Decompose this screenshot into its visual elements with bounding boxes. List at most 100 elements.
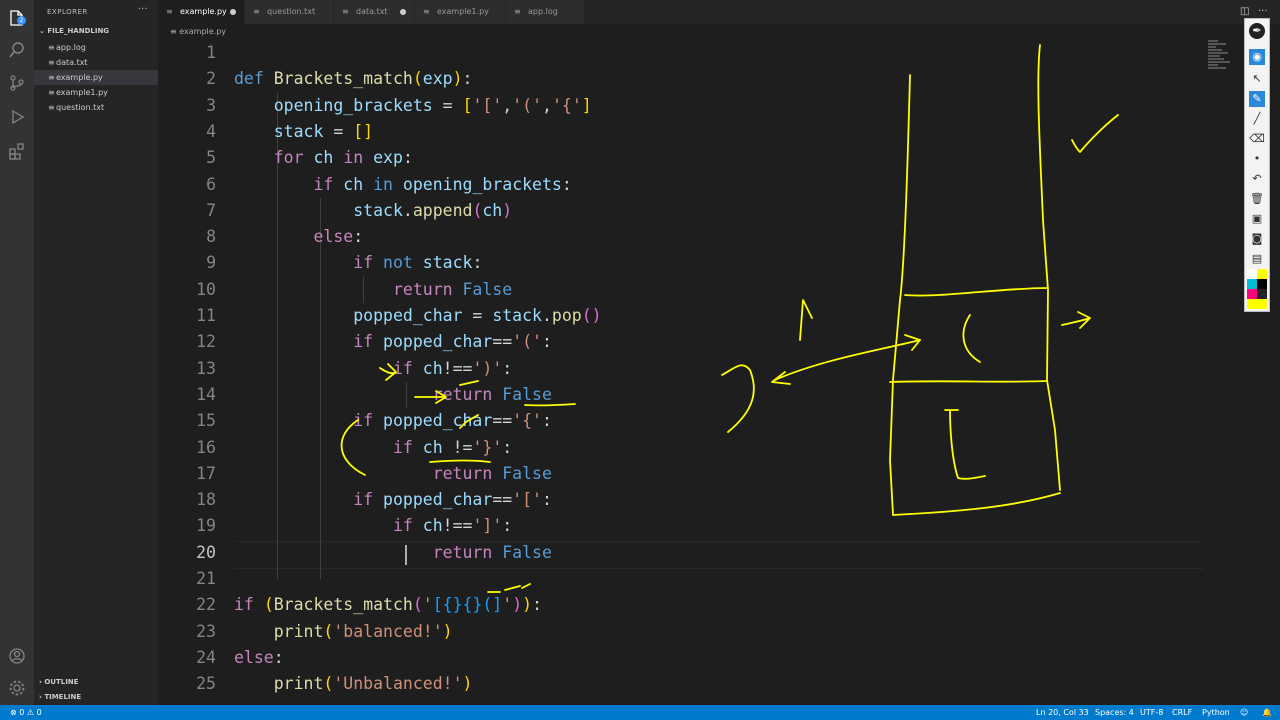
code-line[interactable]: return False [234,277,512,303]
tab-example1-py[interactable]: ≡ example1.py [415,0,506,24]
code-token: stack [492,306,542,325]
line-number: 7 [206,200,216,220]
undo-icon[interactable]: ↶ [1249,171,1265,187]
stack-bottom [892,492,1061,516]
code-line[interactable]: if popped_char=='(': [234,329,552,355]
code-line[interactable]: if (Brackets_match('[{}{}(]')): [234,592,542,618]
more-actions-icon[interactable]: ··· [138,4,148,15]
language-mode[interactable]: Python [1202,705,1230,720]
code-token: ( [472,200,483,220]
line-number: 6 [206,174,216,194]
code-line[interactable]: if ch !='}': [234,435,512,461]
bracket-sketch [944,409,986,480]
color-cyan-swatch[interactable] [1247,279,1257,289]
code-line[interactable]: else: [234,645,284,671]
split-editor-icon[interactable]: ◫ [1240,6,1249,17]
cursor-arrow-icon[interactable]: ↖ [1249,71,1265,87]
code-token: : [502,437,513,457]
code-line[interactable]: if ch!==']': [234,513,512,539]
feedback-icon[interactable]: ☺ [1240,705,1248,720]
code-line[interactable]: return False [234,461,552,487]
code-line[interactable]: opening_brackets = ['[','(','{'] [234,93,592,119]
run-debug-icon[interactable] [7,107,27,127]
code-line[interactable]: print('Unbalanced!') [234,671,473,697]
unsaved-dot-icon[interactable] [400,9,406,15]
minimap[interactable] [1208,40,1230,80]
code-line[interactable]: popped_char = stack.pop() [234,303,601,329]
code-line[interactable]: if not stack: [234,250,482,276]
trash-icon[interactable]: 🗑 [1249,191,1265,207]
breadcrumb-file: example.py [179,27,227,36]
code-line[interactable]: stack = [] [234,119,373,145]
code-line[interactable]: return False [234,382,552,408]
file-item-question-txt[interactable]: ≡ question.txt [34,100,158,115]
problems-indicator[interactable]: ⊗ 0 ⚠ 0 [10,705,42,720]
code-line[interactable]: for ch in exp: [234,145,413,171]
color-dark-swatch[interactable] [1257,289,1267,299]
code-token: return [432,384,503,404]
camera-icon[interactable]: ◙ [1249,231,1265,247]
line-number: 21 [196,569,216,588]
timeline-section[interactable]: › TIMELINE [39,693,81,701]
file-item-app-log[interactable]: ≡ app.log [34,40,158,55]
folder-file-handling[interactable]: ⌄ FILE_HANDLING [39,27,109,35]
clipboard-icon[interactable]: ▤ [1249,251,1265,267]
extensions-icon[interactable] [7,141,27,161]
tab-example-py[interactable]: ≡ example.py [158,0,245,24]
account-icon[interactable] [7,646,27,666]
color-white-swatch[interactable] [1247,269,1257,279]
dot-tool-icon[interactable]: • [1249,151,1265,167]
code-token: ( [412,69,423,89]
code-token: if [392,516,423,536]
code-line[interactable]: if popped_char=='[': [234,487,552,513]
file-item-example-py[interactable]: ≡ example.py [34,70,158,85]
line-number: 12 [196,332,216,352]
code-line[interactable]: print('balanced!') [234,619,453,645]
cursor-position[interactable]: Ln 20, Col 33 [1036,705,1089,720]
breadcrumb[interactable]: ≡ example.py [170,27,226,36]
unsaved-dot-icon[interactable] [230,9,236,15]
tab-question-txt[interactable]: ≡ question.txt [245,0,334,24]
code-token: exp [422,69,453,89]
code-token: if [313,174,344,194]
indentation[interactable]: Spaces: 4 [1095,705,1134,720]
file-item-data-txt[interactable]: ≡ data.txt [34,55,158,70]
code-line[interactable]: return False [234,540,552,566]
color-yellow-swatch[interactable] [1257,269,1267,279]
outline-section[interactable]: › OUTLINE [39,678,78,686]
activity-bar: 2 [0,0,34,705]
code-line[interactable]: else: [234,224,363,250]
current-color-swatch[interactable] [1247,299,1267,309]
line-tool-icon[interactable]: ╱ [1249,111,1265,127]
line-endings[interactable]: CRLF [1172,705,1192,720]
screen-icon[interactable]: ▣ [1249,211,1265,227]
search-icon[interactable] [7,40,27,60]
gear-icon[interactable] [7,678,27,698]
color-magenta-swatch[interactable] [1247,289,1257,299]
highlighter-icon[interactable]: ✎ [1249,91,1265,107]
more-actions-icon[interactable]: ··· [1258,6,1268,17]
code-line[interactable]: if ch!==')': [234,356,512,382]
color-black-swatch[interactable] [1257,279,1267,289]
code-line[interactable]: stack.append(ch) [234,198,512,224]
eye-icon[interactable]: ◉ [1249,49,1265,65]
file-item-example1-py[interactable]: ≡ example1.py [34,85,158,100]
code-token: not [383,253,423,273]
tab-app-log[interactable]: ≡ app.log [506,0,585,24]
code-token: popped_char [383,490,493,510]
code-token: ) [512,595,523,615]
tab-data-txt[interactable]: ≡ data.txt [334,0,415,24]
source-control-icon[interactable] [7,73,27,93]
code-token: : [273,647,284,667]
code-token: . [402,200,413,220]
code-token: def [234,69,274,89]
code-line[interactable]: if ch in opening_brackets: [234,172,571,198]
code-line[interactable]: def Brackets_match(exp): [234,66,472,92]
encoding[interactable]: UTF-8 [1140,705,1163,720]
code-line[interactable]: if popped_char=='{': [234,408,552,434]
pen-tool-icon[interactable]: ✒ [1249,23,1265,39]
notifications-icon[interactable]: 🔔 [1262,705,1272,720]
curve-sketch [721,364,755,433]
eraser-icon[interactable]: ⌫ [1249,131,1265,147]
